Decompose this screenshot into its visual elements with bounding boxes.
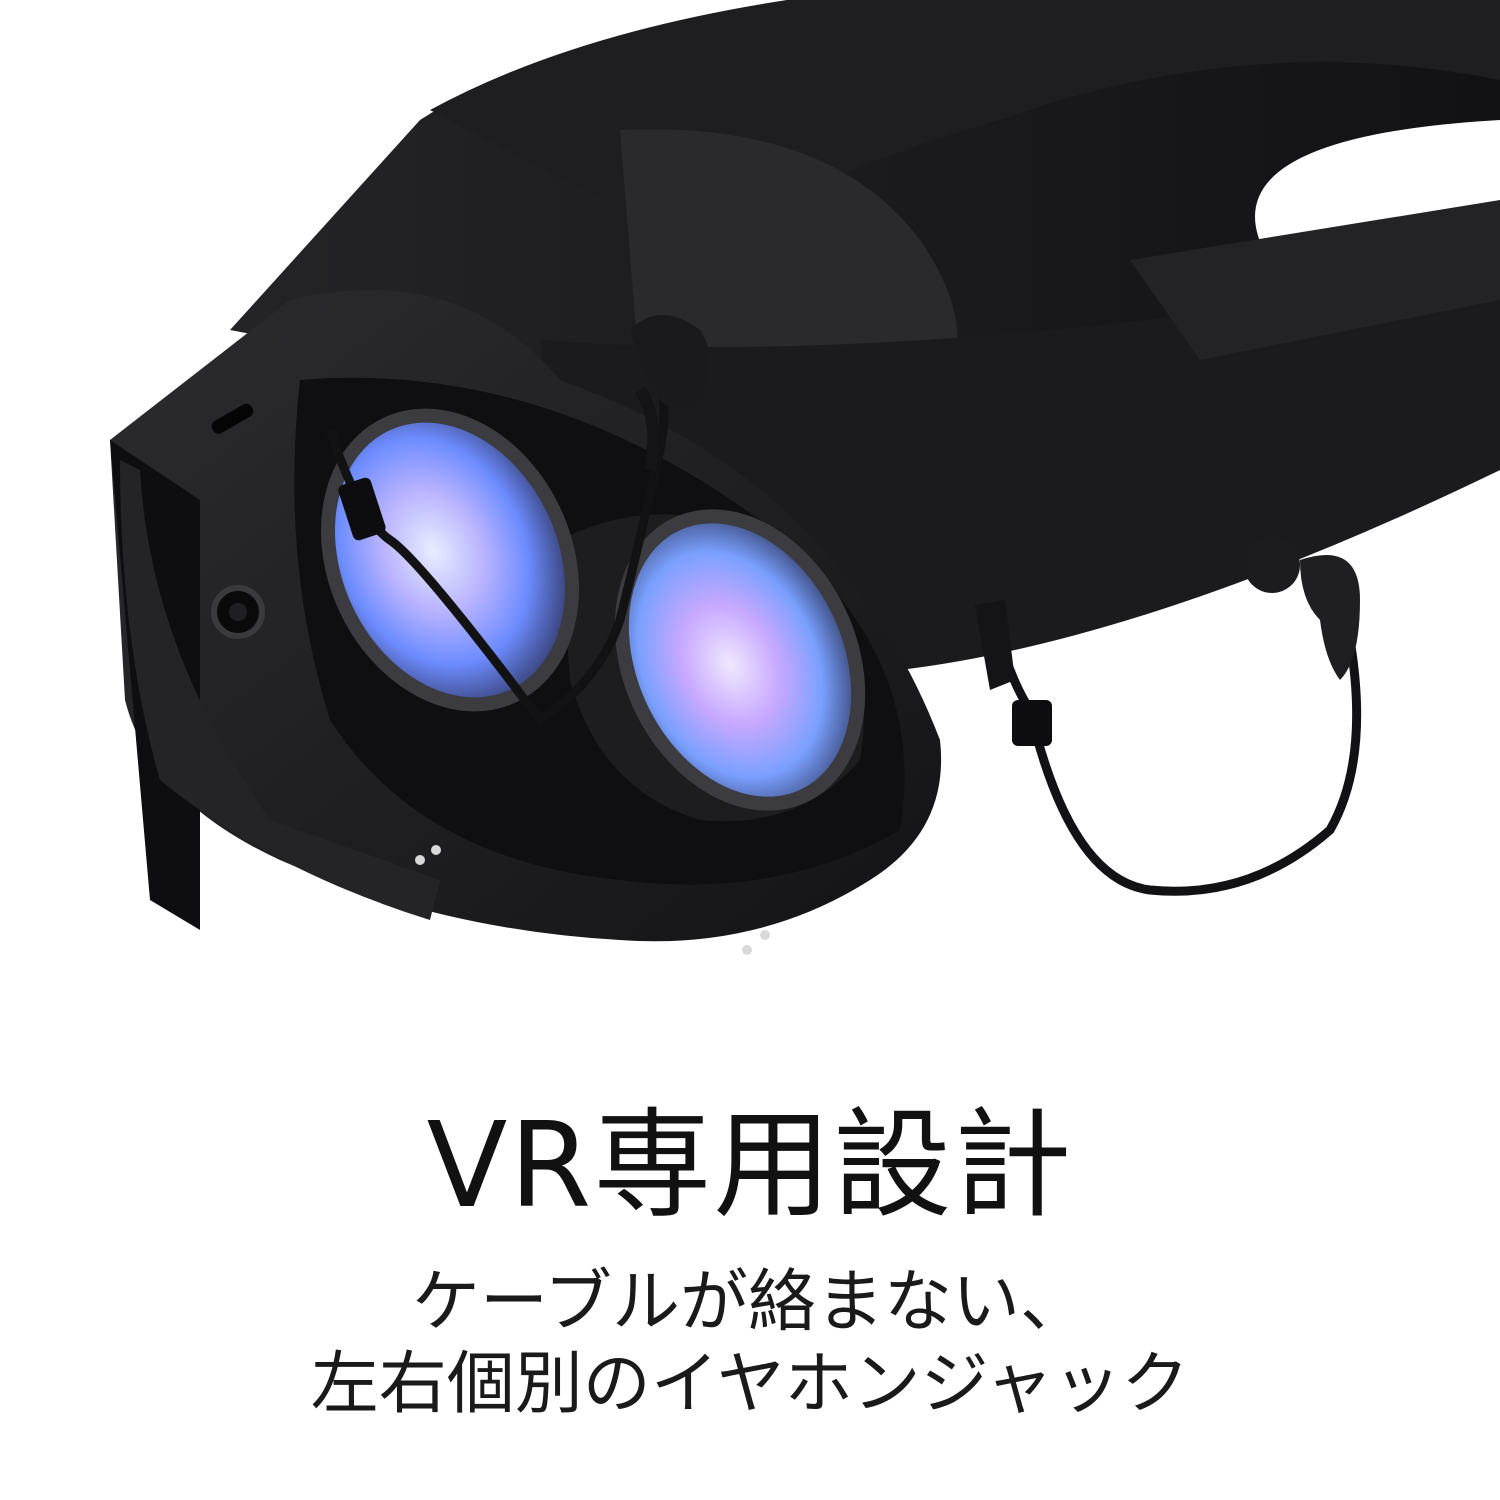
headline: VR専用設計 xyxy=(426,1096,1074,1234)
subtext-line-1: ケーブルが絡まない、 xyxy=(412,1263,1088,1342)
vr-headset-with-earphones-image xyxy=(110,0,1500,955)
subtext: ケーブルが絡まない、 左右個別のイヤホンジャック xyxy=(0,1262,1500,1426)
right-earphone-cable xyxy=(985,608,1362,896)
subtext-line-2: 左右個別のイヤホンジャック xyxy=(310,1345,1190,1424)
right-earphone xyxy=(1244,537,1360,680)
